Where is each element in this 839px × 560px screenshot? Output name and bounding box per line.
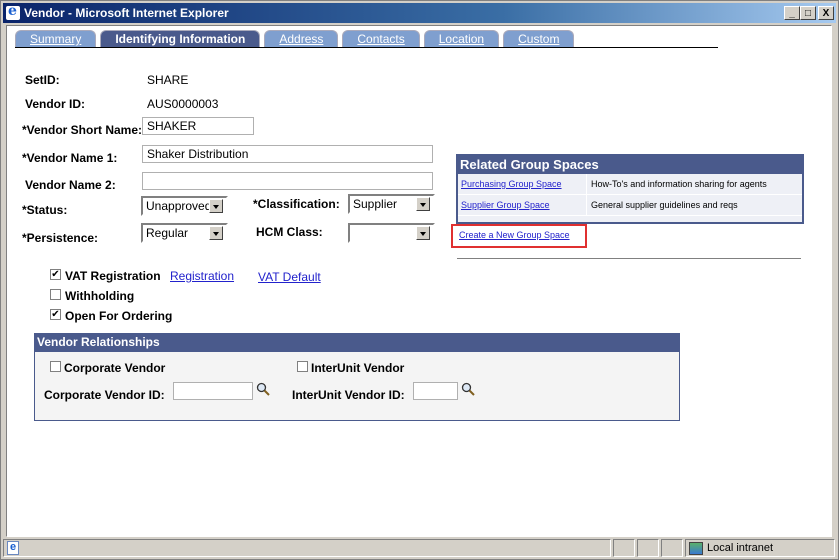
vendor-name-2-input[interactable] [142,172,433,190]
interunit-vendor-id-label: InterUnit Vendor ID: [292,388,405,402]
page-content: Summary Identifying Information Address … [6,25,832,537]
supplier-group-space-link[interactable]: Supplier Group Space [458,195,587,215]
hcm-class-label: HCM Class: [256,225,323,239]
status-label: *Status: [22,203,68,217]
withholding-label: Withholding [65,289,135,303]
title-bar: Vendor - Microsoft Internet Explorer _ □… [3,3,836,23]
close-button[interactable]: X [818,6,834,20]
tab-label: Custom [518,32,560,46]
interunit-vendor-label: InterUnit Vendor [311,361,405,375]
browser-window: Vendor - Microsoft Internet Explorer _ □… [0,0,839,560]
interunit-vendor-id-input[interactable] [413,382,458,400]
persistence-label: *Persistence: [22,231,99,245]
status-cell [637,539,659,557]
tab-underline [15,47,718,48]
corporate-vendor-checkbox[interactable] [50,361,61,372]
vendor-name-1-label: *Vendor Name 1: [22,151,118,165]
tab-identifying-information[interactable]: Identifying Information [100,30,261,47]
open-for-ordering-label: Open For Ordering [65,309,173,323]
registration-link[interactable]: Registration [170,269,234,283]
status-main: e [3,539,611,557]
status-cell [613,539,635,557]
vendor-name-1-input[interactable] [142,145,433,163]
lookup-icon[interactable] [461,382,475,396]
vendor-id-value: AUS0000003 [147,97,219,111]
tab-location[interactable]: Location [423,30,500,47]
page-icon: e [7,541,19,555]
interunit-vendor-checkbox[interactable] [297,361,308,372]
vat-default-link[interactable]: VAT Default [258,270,321,284]
classification-label: *Classification: [253,197,340,211]
tab-label: Address [279,32,324,46]
chevron-down-icon[interactable] [209,226,223,240]
vat-registration-checkbox[interactable]: ✔ [50,269,61,280]
open-for-ordering-checkbox[interactable]: ✔ [50,309,61,320]
vendor-short-name-label: *Vendor Short Name: [22,123,143,137]
vat-registration-label: VAT Registration [65,269,161,283]
tab-label: Identifying Information [115,32,246,46]
maximize-button[interactable]: □ [800,6,816,20]
corporate-vendor-id-input[interactable] [173,382,253,400]
classification-value: Supplier [353,197,398,211]
chevron-down-icon[interactable] [416,226,430,240]
tab-bar: Summary Identifying Information Address … [15,30,575,47]
group-space-row: Supplier Group Space General supplier gu… [458,195,802,216]
persistence-value: Regular [146,226,189,240]
tab-contacts[interactable]: Contacts [342,30,420,47]
ie-icon [6,3,20,20]
status-value: Unapproved [146,199,209,213]
corporate-vendor-label: Corporate Vendor [64,361,166,375]
classification-select[interactable]: Supplier [348,194,435,214]
panel-footer [458,216,802,222]
tab-address[interactable]: Address [264,30,339,47]
status-bar: e Local intranet [3,539,838,559]
hcm-class-select[interactable] [348,223,435,243]
group-space-description: General supplier guidelines and reqs [591,200,738,210]
lookup-icon[interactable] [256,382,270,396]
setid-label: SetID: [25,73,60,87]
tab-summary[interactable]: Summary [15,30,97,47]
vendor-id-label: Vendor ID: [25,97,86,111]
minimize-button[interactable]: _ [784,6,800,20]
tab-custom[interactable]: Custom [503,30,575,47]
vendor-relationships-panel: Vendor Relationships [34,333,680,421]
status-cell [661,539,683,557]
window-title: Vendor - Microsoft Internet Explorer [24,6,229,20]
vendor-short-name-input[interactable] [142,117,254,135]
group-space-description: How-To's and information sharing for age… [591,179,767,189]
zone-cell: Local intranet [685,539,835,557]
persistence-select[interactable]: Regular [141,223,228,243]
vendor-name-2-label: Vendor Name 2: [25,178,116,192]
purchasing-group-space-link[interactable]: Purchasing Group Space [458,174,587,194]
related-group-spaces-title: Related Group Spaces [458,156,802,174]
tab-label: Location [438,32,485,46]
chevron-down-icon[interactable] [416,197,430,211]
zone-label: Local intranet [707,542,774,554]
setid-value: SHARE [147,73,189,87]
corporate-vendor-id-label: Corporate Vendor ID: [44,388,165,402]
divider [457,258,801,259]
tab-label: Summary [30,32,82,46]
vendor-relationships-title: Vendor Relationships [35,334,679,352]
withholding-checkbox[interactable] [50,289,61,300]
group-space-row: Purchasing Group Space How-To's and info… [458,174,802,195]
local-intranet-icon [689,541,703,555]
related-group-spaces-panel: Related Group Spaces Purchasing Group Sp… [456,154,804,224]
status-select[interactable]: Unapproved [141,196,228,216]
chevron-down-icon[interactable] [209,199,223,213]
create-group-space-link[interactable]: Create a New Group Space [459,230,570,240]
tab-label: Contacts [357,32,405,46]
